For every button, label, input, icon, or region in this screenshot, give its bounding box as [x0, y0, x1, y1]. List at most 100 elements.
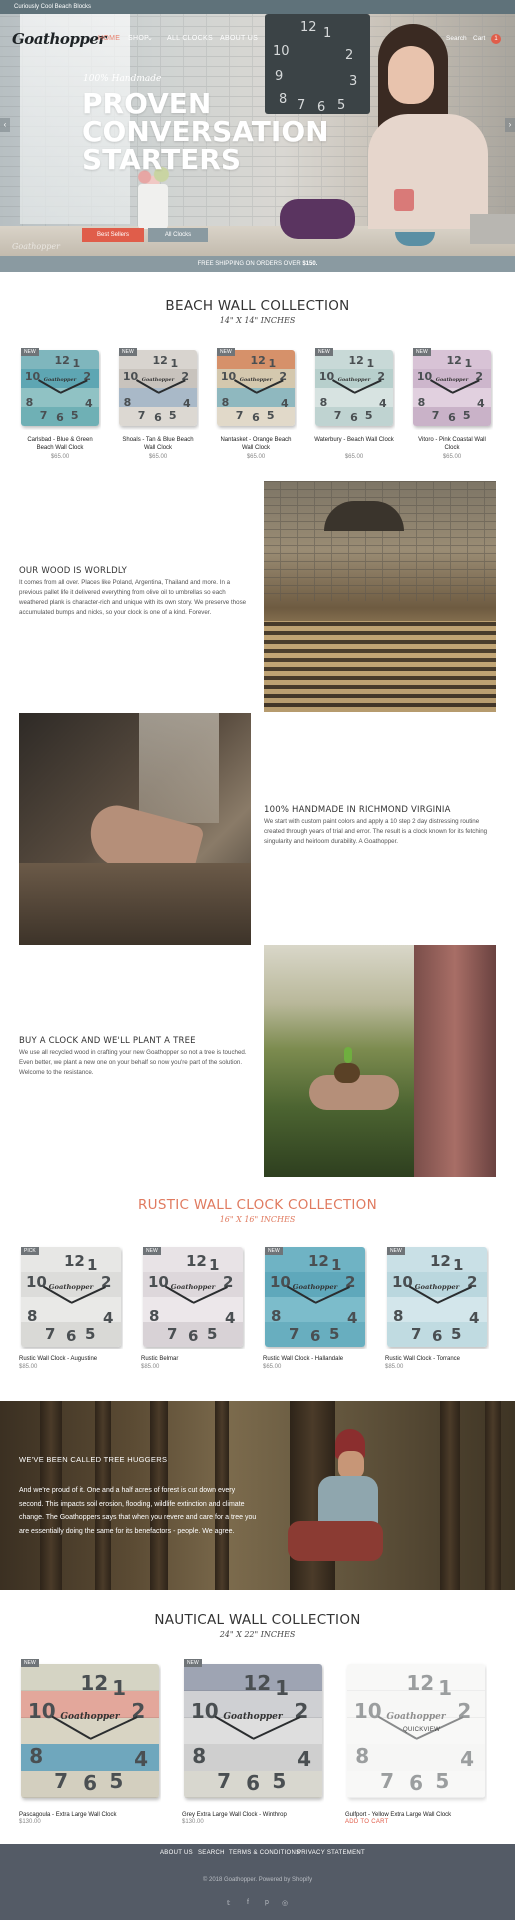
- all-clocks-button[interactable]: All Clocks: [148, 228, 208, 242]
- product-image[interactable]: 12 1 2 10 4 8 7 6 5 Goathopper: [182, 1657, 324, 1805]
- new-badge: NEW: [21, 1659, 39, 1667]
- product-card[interactable]: 12 1 2 10 4 8 7 6 5 Goathopper NEW Pascagoula - Ext…: [19, 1657, 161, 1845]
- pinterest-icon[interactable]: p: [265, 1899, 269, 1906]
- product-name[interactable]: Gulfport - Yellow Extra Large Wall Clock: [345, 1811, 487, 1819]
- product-image[interactable]: 12 1 2 10 4 8 7 6 5 Goathopper: [313, 346, 395, 430]
- feature-text-wood: It comes from all over. Places like Pola…: [19, 579, 247, 616]
- clock-face-image: 12 1 2 10 4 8 7 6 5 Goathopper: [21, 1664, 159, 1798]
- product-price: $65.00: [344, 454, 364, 460]
- product-image[interactable]: 12 1 2 10 4 8 7 6 5 Goathopper: [385, 1245, 489, 1349]
- product-price: $85.00: [385, 1364, 404, 1370]
- product-image[interactable]: 12 1 2 10 4 8 7 6 5 Goathopper: [263, 1245, 367, 1349]
- instagram-icon[interactable]: ◎: [282, 1899, 288, 1907]
- product-card[interactable]: 12 1 2 10 4 8 7 6 5 Goathopper NEW Shoals - Tan & B…: [117, 346, 199, 470]
- product-card[interactable]: 12 1 2 10 4 8 7 6 5 Goathopper NEW Rustic Belmar $85…: [141, 1245, 245, 1389]
- product-price: $65.00: [50, 454, 70, 460]
- cart-link[interactable]: Cart: [473, 35, 485, 42]
- slider-next-arrow-icon[interactable]: ›: [505, 118, 515, 132]
- chevron-down-icon: ⌄: [147, 35, 154, 42]
- product-card[interactable]: 12 1 2 10 4 8 7 6 5 Goathopper NEW Rustic Wall Cloc…: [263, 1245, 367, 1389]
- footer-link-privacy[interactable]: PRIVACY STATEMENT: [297, 1850, 365, 1856]
- feature-heading-wood: OUR WOOD IS WORLDLY: [19, 566, 128, 576]
- product-name[interactable]: Pascagoula - Extra Large Wall Clock: [19, 1811, 161, 1819]
- product-image[interactable]: 12 1 2 10 4 8 7 6 5 Goathopper: [19, 346, 101, 430]
- product-name[interactable]: Shoals - Tan & Blue Beach Wall Clock: [117, 436, 199, 452]
- product-name[interactable]: Rustic Wall Clock - Hallandale: [263, 1355, 367, 1363]
- beach-collection-title: BEACH WALL COLLECTION: [165, 298, 350, 314]
- slider-prev-arrow-icon[interactable]: ‹: [0, 118, 10, 132]
- rustic-collection-subtitle: 16" X 16" INCHES: [219, 1215, 296, 1224]
- product-name[interactable]: Waterbury - Beach Wall Clock: [313, 436, 395, 444]
- hero-subtitle: 100% Handmade: [83, 74, 162, 84]
- product-name[interactable]: Vitoro - Pink Coastal Wall Clock: [411, 436, 493, 452]
- clock-face-image: 12 1 2 10 4 8 7 6 5 Goathopper: [217, 350, 295, 426]
- nav-about-us[interactable]: ABOUT US: [220, 35, 258, 42]
- footer-link-terms[interactable]: TERMS & CONDITIONS: [229, 1850, 300, 1856]
- pallets-image: [264, 481, 496, 712]
- product-card[interactable]: 12 1 2 10 4 8 7 6 5 Goathopper NEW Vitoro - Pink Co…: [411, 346, 493, 470]
- product-price: $130.00: [19, 1819, 41, 1825]
- product-card[interactable]: 12 1 2 10 4 8 7 6 5 Goathopper Gulfport - Yellow E…: [345, 1657, 487, 1845]
- beach-collection-subtitle: 14" X 14" INCHES: [219, 316, 296, 325]
- product-price: $65.00: [263, 1364, 282, 1370]
- product-card[interactable]: 12 1 2 10 4 8 7 6 5 Goathopper NEW Waterbury - Beac…: [313, 346, 395, 470]
- planting-tree-image: [264, 945, 496, 1177]
- search-link[interactable]: Search: [446, 35, 467, 42]
- new-badge: NEW: [413, 348, 431, 356]
- product-card[interactable]: 12 1 2 10 4 8 7 6 5 Goathopper NEW Nantasket - Oran…: [215, 346, 297, 470]
- product-price: $130.00: [182, 1819, 204, 1825]
- product-name[interactable]: Rustic Belmar: [141, 1355, 245, 1363]
- huggers-heading: WE'VE BEEN CALLED TREE HUGGERS: [19, 1455, 168, 1464]
- product-price: $65.00: [246, 454, 266, 460]
- clock-face-image: 12 1 2 10 4 8 7 6 5 Goathopper: [265, 1247, 365, 1347]
- product-name[interactable]: Carlsbad - Blue & Green Beach Wall Clock: [19, 436, 101, 452]
- new-badge: NEW: [265, 1247, 283, 1255]
- product-image[interactable]: 12 1 2 10 4 8 7 6 5 Goathopper: [19, 1245, 123, 1349]
- facebook-icon[interactable]: f: [247, 1899, 249, 1906]
- product-price: $85.00: [19, 1364, 38, 1370]
- quickview-button[interactable]: QUICKVIEW: [403, 1727, 440, 1733]
- new-badge: NEW: [387, 1247, 405, 1255]
- nav-home[interactable]: HOME: [98, 35, 120, 42]
- add-to-cart-button[interactable]: ADD TO CART: [345, 1819, 487, 1825]
- footer-link-search[interactable]: SEARCH: [198, 1850, 225, 1856]
- clock-face-image: 12 1 2 10 4 8 7 6 5 Goathopper: [387, 1247, 487, 1347]
- product-name[interactable]: Grey Extra Large Wall Clock - Winthrop: [182, 1811, 324, 1819]
- product-name[interactable]: Rustic Wall Clock - Torrance: [385, 1355, 489, 1363]
- new-badge: NEW: [217, 348, 235, 356]
- announcement-bar: Curiously Cool Beach Blocks: [0, 0, 515, 14]
- product-name[interactable]: Rustic Wall Clock - Augustine: [19, 1355, 123, 1363]
- nav-all-clocks[interactable]: ALL CLOCKS: [167, 35, 213, 42]
- product-price: $65.00: [442, 454, 462, 460]
- product-card[interactable]: 12 1 2 10 4 8 7 6 5 Goathopper NEW Grey Extra Large…: [182, 1657, 324, 1845]
- rustic-collection-title: RUSTIC WALL CLOCK COLLECTION: [137, 1197, 378, 1213]
- new-badge: NEW: [21, 348, 39, 356]
- clock-face-image: 12 1 2 10 4 8 7 6 5 Goathopper: [413, 350, 491, 426]
- new-badge: NEW: [143, 1247, 161, 1255]
- nautical-collection-subtitle: 24" X 22" INCHES: [219, 1630, 296, 1639]
- product-image[interactable]: 12 1 2 10 4 8 7 6 5 Goathopper: [215, 346, 297, 430]
- nav-shop[interactable]: SHOP: [128, 35, 149, 42]
- clock-face-image: 12 1 2 10 4 8 7 6 5 Goathopper: [21, 1247, 121, 1347]
- product-card[interactable]: 12 1 2 10 4 8 7 6 5 Goathopper NEW Carlsbad - Blue …: [19, 346, 101, 470]
- product-name[interactable]: Nantasket - Orange Beach Wall Clock: [215, 436, 297, 452]
- new-badge: PICK: [21, 1247, 39, 1255]
- new-badge: NEW: [184, 1659, 202, 1667]
- best-sellers-button[interactable]: Best Sellers: [82, 228, 144, 242]
- product-card[interactable]: 12 1 2 10 4 8 7 6 5 Goathopper PICK Rustic Wall Clo…: [19, 1245, 123, 1389]
- feature-text-handmade: We start with custom paint colors and ap…: [264, 818, 488, 845]
- twitter-icon[interactable]: 𝕥: [227, 1899, 230, 1907]
- product-image[interactable]: 12 1 2 10 4 8 7 6 5 Goathopper: [411, 346, 493, 430]
- handmade-sanding-image: [19, 713, 251, 945]
- site-logo[interactable]: Goathopper: [12, 30, 106, 48]
- footer-link-about[interactable]: ABOUT US: [160, 1850, 193, 1856]
- product-card[interactable]: 12 1 2 10 4 8 7 6 5 Goathopper NEW Rustic Wall Cloc…: [385, 1245, 489, 1389]
- cart-count-badge[interactable]: 1: [491, 34, 501, 44]
- product-image[interactable]: 12 1 2 10 4 8 7 6 5 Goathopper: [19, 1657, 161, 1805]
- product-image[interactable]: 12 1 2 10 4 8 7 6 5 Goathopper: [141, 1245, 245, 1349]
- clock-face-image: 12 1 2 10 4 8 7 6 5 Goathopper: [143, 1247, 243, 1347]
- product-image[interactable]: 12 1 2 10 4 8 7 6 5 Goathopper: [117, 346, 199, 430]
- product-price: $85.00: [141, 1364, 160, 1370]
- site-header: Goathopper HOME SHOP ⌄ ALL CLOCKS ABOUT …: [0, 14, 515, 64]
- clock-face-image: 12 1 2 10 4 8 7 6 5 Goathopper: [119, 350, 197, 426]
